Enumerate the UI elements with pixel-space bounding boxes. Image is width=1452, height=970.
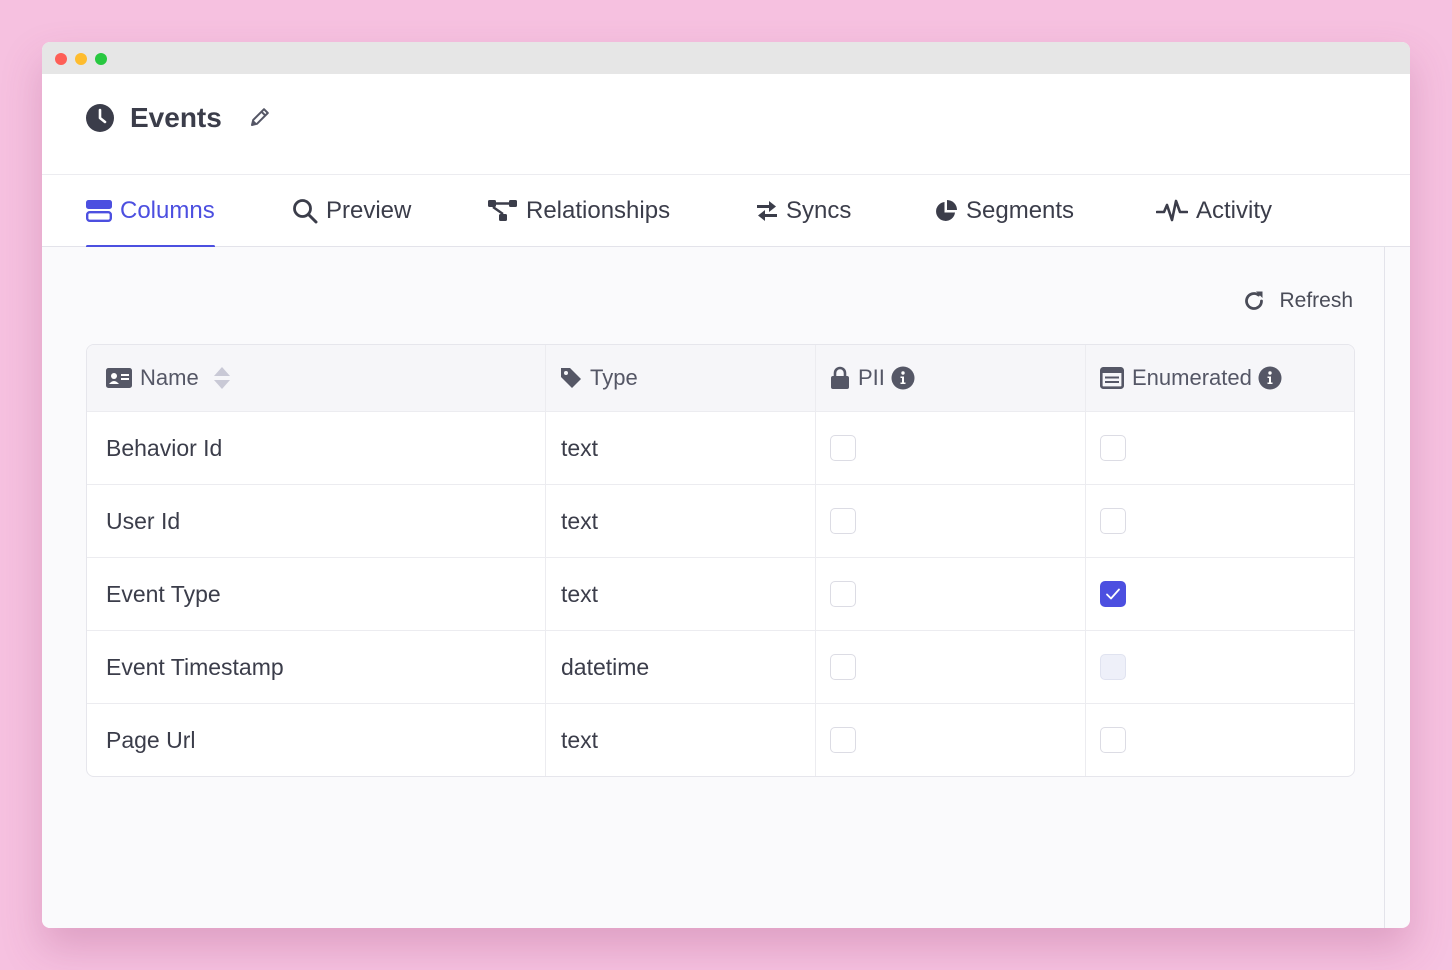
pii-cell (815, 558, 1085, 630)
pii-checkbox[interactable] (830, 654, 856, 680)
column-type: text (545, 704, 815, 776)
enumerated-cell (1085, 412, 1354, 484)
page-header: Events (42, 74, 1410, 175)
clock-icon (86, 104, 114, 132)
tab-relationships[interactable]: Relationships (488, 175, 670, 247)
page-title: Events (130, 102, 222, 133)
table-row: Behavior Id text (87, 411, 1354, 484)
enumerated-checkbox[interactable] (1100, 581, 1126, 607)
header-pii: PII (815, 345, 1085, 411)
list-alt-icon (1100, 367, 1124, 389)
pii-checkbox[interactable] (830, 581, 856, 607)
pii-checkbox[interactable] (830, 727, 856, 753)
header-enumerated-label: Enumerated (1132, 365, 1252, 390)
info-icon[interactable] (1258, 366, 1282, 390)
tab-segments[interactable]: Segments (934, 175, 1074, 247)
pii-cell (815, 704, 1085, 776)
enumerated-checkbox[interactable] (1100, 435, 1126, 461)
enumerated-cell (1085, 558, 1354, 630)
tab-label: Columns (120, 197, 215, 224)
tab-syncs[interactable]: Syncs (756, 175, 851, 247)
header-name-label: Name (140, 365, 199, 390)
enumerated-cell (1085, 631, 1354, 703)
tab-label: Syncs (786, 197, 852, 224)
header-enumerated: Enumerated (1085, 345, 1354, 411)
search-icon (293, 199, 318, 224)
column-name: Behavior Id (106, 434, 223, 461)
minimize-window-button[interactable] (75, 53, 87, 65)
zoom-window-button[interactable] (95, 53, 107, 65)
header-type: Type (545, 345, 815, 411)
table-row: Page Url text (87, 703, 1354, 776)
tab-label: Preview (326, 197, 412, 224)
edit-pencil-icon[interactable] (248, 105, 272, 129)
enumerated-checkbox[interactable] (1100, 727, 1126, 753)
sort-icon[interactable] (213, 366, 231, 390)
id-card-icon (106, 368, 132, 388)
column-name: Event Type (106, 580, 221, 607)
tab-activity[interactable]: Activity (1156, 175, 1272, 247)
refresh-label: Refresh (1279, 289, 1353, 312)
column-name: Page Url (106, 726, 196, 753)
table-row: User Id text (87, 484, 1354, 557)
tab-label: Relationships (526, 197, 671, 224)
column-type: datetime (545, 631, 815, 703)
table-header-row: Name Type PII Enumerated (87, 345, 1354, 411)
column-type: text (545, 412, 815, 484)
column-type: text (545, 485, 815, 557)
header-name[interactable]: Name (87, 345, 545, 411)
columns-panel: Refresh Name Type PII Enumerated Behavio… (42, 247, 1385, 928)
pii-checkbox[interactable] (830, 435, 856, 461)
refresh-icon (1245, 291, 1264, 310)
pulse-icon (1156, 199, 1188, 222)
enumerated-cell (1085, 485, 1354, 557)
table-row: Event Type text (87, 557, 1354, 630)
close-window-button[interactable] (55, 53, 67, 65)
pii-cell (815, 485, 1085, 557)
header-type-label: Type (590, 365, 638, 390)
refresh-button[interactable]: Refresh (1243, 289, 1353, 313)
column-type: text (545, 558, 815, 630)
table-row: Event Timestamp datetime (87, 630, 1354, 703)
tab-columns[interactable]: Columns (86, 175, 215, 248)
tab-bar: Columns Preview Relationships Syncs Segm… (42, 175, 1410, 248)
tab-label: Activity (1196, 197, 1273, 224)
tab-preview[interactable]: Preview (292, 175, 411, 247)
header-pii-label: PII (858, 365, 885, 390)
pie-chart-icon (936, 200, 957, 221)
title-bar (42, 42, 1410, 74)
lock-icon (831, 366, 849, 389)
enumerated-checkbox[interactable] (1100, 508, 1126, 534)
enumerated-checkbox (1100, 654, 1126, 680)
info-icon[interactable] (891, 366, 915, 390)
column-name: Event Timestamp (106, 653, 284, 680)
columns-icon (86, 200, 112, 222)
enumerated-cell (1085, 704, 1354, 776)
pii-cell (815, 412, 1085, 484)
app-window: Events Columns Preview Relationships Syn… (42, 42, 1410, 928)
column-name: User Id (106, 507, 181, 534)
relationships-icon (488, 200, 517, 221)
syncs-icon (757, 201, 777, 221)
tag-icon (561, 368, 581, 388)
table-body: Behavior Id text User Id text Event Type… (87, 411, 1354, 776)
tab-label: Segments (966, 197, 1075, 224)
columns-table: Name Type PII Enumerated Behavior Id tex… (86, 344, 1355, 777)
pii-checkbox[interactable] (830, 508, 856, 534)
pii-cell (815, 631, 1085, 703)
